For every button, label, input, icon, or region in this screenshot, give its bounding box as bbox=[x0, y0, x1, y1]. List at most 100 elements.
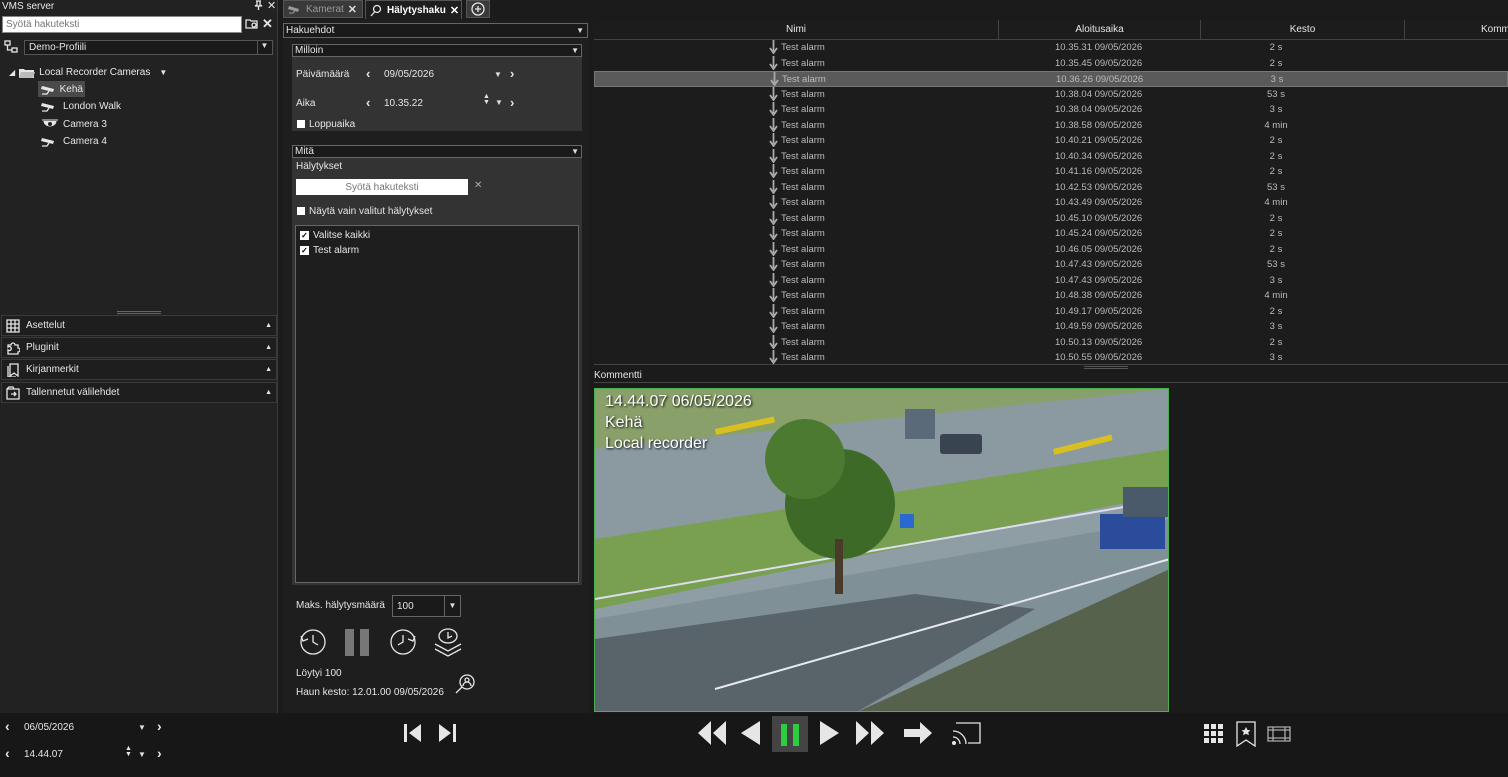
checkbox-checked-icon[interactable]: ✓ bbox=[300, 246, 309, 255]
export-button[interactable] bbox=[433, 627, 463, 657]
time-dropdown-icon[interactable]: ▼ bbox=[495, 98, 503, 107]
tab-cameras[interactable]: Kamerat ✕ bbox=[283, 0, 363, 18]
column-header-comment[interactable]: Komm bbox=[1405, 20, 1508, 40]
column-header-name[interactable]: Nimi bbox=[594, 20, 999, 40]
end-time-checkbox[interactable] bbox=[297, 120, 305, 128]
tab-alarm-search[interactable]: Hälytyshaku ✕ bbox=[365, 0, 462, 19]
bottom-time-value[interactable]: 14.44.07 bbox=[24, 749, 63, 760]
column-header-start[interactable]: Aloitusaika bbox=[999, 20, 1201, 40]
table-row[interactable]: Test alarm 10.40.21 09/05/2026 2 s bbox=[594, 133, 1508, 149]
pause-button[interactable] bbox=[772, 716, 808, 752]
table-row[interactable]: Test alarm 10.49.17 09/05/2026 2 s bbox=[594, 303, 1508, 320]
time-value[interactable]: 10.35.22 bbox=[384, 98, 423, 109]
list-item[interactable]: ✓ Test alarm bbox=[300, 245, 359, 256]
table-row[interactable]: Test alarm 10.46.05 09/05/2026 2 s bbox=[594, 241, 1508, 258]
tree-item-camera-4[interactable]: Camera 4 bbox=[40, 133, 107, 149]
date-prev-icon[interactable]: ‹ bbox=[366, 66, 370, 81]
table-row[interactable]: Test alarm 10.38.04 09/05/2026 3 s bbox=[594, 102, 1508, 118]
table-splitter[interactable] bbox=[594, 364, 1508, 370]
column-header-duration[interactable]: Kesto bbox=[1201, 20, 1405, 40]
date-next-icon[interactable]: › bbox=[510, 66, 514, 81]
video-camera-name: Kehä bbox=[605, 414, 643, 431]
accordion-saved-tabs[interactable]: Tallennetut välilehdet ▲ bbox=[1, 382, 277, 403]
table-row[interactable]: Test alarm 10.40.34 09/05/2026 2 s bbox=[594, 148, 1508, 165]
accordion-bookmarks[interactable]: Kirjanmerkit ▲ bbox=[1, 359, 277, 380]
clear-alarm-search-icon[interactable]: ✕ bbox=[474, 180, 482, 191]
alarm-search-input[interactable] bbox=[296, 179, 468, 195]
bottom-date-prev-icon[interactable]: ‹ bbox=[5, 718, 10, 734]
bookmark-button[interactable] bbox=[1235, 721, 1257, 747]
table-row[interactable]: Test alarm 10.35.45 09/05/2026 2 s bbox=[594, 55, 1508, 72]
layout-grid-button[interactable] bbox=[1203, 723, 1225, 745]
tree-item-london-walk[interactable]: London Walk bbox=[40, 98, 121, 114]
accordion-layouts[interactable]: Asettelut ▲ bbox=[1, 315, 277, 336]
table-row[interactable]: Test alarm 10.42.53 09/05/2026 53 s bbox=[594, 179, 1508, 196]
search-person-icon[interactable] bbox=[455, 673, 477, 695]
alarm-arrow-icon bbox=[769, 334, 778, 349]
time-prev-icon[interactable]: ‹ bbox=[366, 95, 370, 110]
fast-forward-button[interactable] bbox=[854, 719, 886, 747]
bottom-time-next-icon[interactable]: › bbox=[157, 745, 162, 761]
collapse-arrow-icon[interactable]: ◢ bbox=[9, 68, 15, 77]
bottom-time-dropdown-icon[interactable]: ▼ bbox=[138, 750, 146, 759]
root-menu-icon[interactable]: ▼ bbox=[159, 68, 167, 77]
table-row[interactable]: Test alarm 10.45.10 09/05/2026 2 s bbox=[594, 210, 1508, 227]
clear-search-icon[interactable]: ✕ bbox=[262, 16, 273, 32]
table-row[interactable]: Test alarm 10.36.26 09/05/2026 3 s bbox=[594, 71, 1508, 87]
close-tab-icon[interactable]: ✕ bbox=[348, 3, 357, 16]
tree-item-camera-3[interactable]: Camera 3 bbox=[40, 116, 107, 132]
table-row[interactable]: Test alarm 10.35.31 09/05/2026 2 s bbox=[594, 40, 1508, 56]
show-selected-checkbox[interactable] bbox=[297, 207, 305, 215]
table-row[interactable]: Test alarm 10.49.59 09/05/2026 3 s bbox=[594, 319, 1508, 335]
filmstrip-button[interactable] bbox=[1267, 725, 1291, 743]
list-item[interactable]: ✓ Valitse kaikki bbox=[300, 230, 370, 241]
prev-frame-button[interactable] bbox=[403, 723, 425, 743]
play-button[interactable] bbox=[818, 719, 842, 747]
table-row[interactable]: Test alarm 10.43.49 09/05/2026 4 min bbox=[594, 195, 1508, 211]
export-layers-icon bbox=[434, 628, 462, 657]
cast-button[interactable] bbox=[950, 719, 982, 747]
camera-search-input[interactable] bbox=[2, 16, 242, 33]
table-row[interactable]: Test alarm 10.38.58 09/05/2026 4 min bbox=[594, 117, 1508, 134]
what-header[interactable]: Mitä ▼ bbox=[292, 145, 582, 158]
add-tab-button[interactable] bbox=[466, 0, 490, 18]
bottom-time-prev-icon[interactable]: ‹ bbox=[5, 745, 10, 761]
table-row[interactable]: Test alarm 10.41.16 09/05/2026 2 s bbox=[594, 164, 1508, 180]
search-forward-button[interactable] bbox=[388, 627, 418, 657]
search-backward-button[interactable] bbox=[298, 627, 328, 657]
play-backward-button[interactable] bbox=[738, 719, 762, 747]
table-row[interactable]: Test alarm 10.38.04 09/05/2026 53 s bbox=[594, 86, 1508, 103]
table-row[interactable]: Test alarm 10.50.55 09/05/2026 3 s bbox=[594, 350, 1508, 364]
table-row[interactable]: Test alarm 10.45.24 09/05/2026 2 s bbox=[594, 226, 1508, 242]
table-row[interactable]: Test alarm 10.47.43 09/05/2026 3 s bbox=[594, 272, 1508, 289]
when-header[interactable]: Milloin ▼ bbox=[292, 44, 582, 57]
splitter-handle[interactable] bbox=[117, 311, 161, 314]
table-row[interactable]: Test alarm 10.48.38 09/05/2026 4 min bbox=[594, 288, 1508, 304]
close-tab-icon[interactable]: ✕ bbox=[450, 4, 459, 17]
checkbox-checked-icon[interactable]: ✓ bbox=[300, 231, 309, 240]
profile-dropdown[interactable]: Demo-Profiili ▼ bbox=[24, 40, 273, 55]
pin-icon[interactable] bbox=[254, 0, 263, 10]
video-view[interactable]: 14.44.07 06/05/2026 Kehä Local recorder bbox=[594, 388, 1169, 712]
criteria-header[interactable]: Hakuehdot ▼ bbox=[283, 23, 588, 38]
bottom-date-dropdown-icon[interactable]: ▼ bbox=[138, 723, 146, 732]
bottom-date-next-icon[interactable]: › bbox=[157, 718, 162, 734]
pause-search-button[interactable] bbox=[343, 627, 373, 657]
time-spinner-icon[interactable]: ▲ ▼ bbox=[483, 93, 490, 106]
go-live-button[interactable] bbox=[902, 720, 934, 746]
date-dropdown-icon[interactable]: ▼ bbox=[494, 70, 502, 79]
date-value[interactable]: 09/05/2026 bbox=[384, 69, 434, 80]
bottom-date-value[interactable]: 06/05/2026 bbox=[24, 722, 74, 733]
tree-root[interactable]: ◢ Local Recorder Cameras ▼ bbox=[9, 64, 167, 80]
time-next-icon[interactable]: › bbox=[510, 95, 514, 110]
table-row[interactable]: Test alarm 10.50.13 09/05/2026 2 s bbox=[594, 334, 1508, 351]
close-panel-icon[interactable]: ✕ bbox=[267, 0, 276, 12]
table-row[interactable]: Test alarm 10.47.43 09/05/2026 53 s bbox=[594, 257, 1508, 273]
accordion-plugins[interactable]: Pluginit ▲ bbox=[1, 337, 277, 358]
folder-search-icon[interactable] bbox=[245, 18, 258, 30]
max-alarms-select[interactable]: 100 ▼ bbox=[392, 595, 461, 617]
bottom-time-spinner-icon[interactable]: ▲ ▼ bbox=[125, 745, 132, 758]
tree-item-keha[interactable]: Kehä bbox=[38, 81, 85, 97]
fast-rewind-button[interactable] bbox=[696, 719, 728, 747]
next-frame-button[interactable] bbox=[435, 723, 457, 743]
